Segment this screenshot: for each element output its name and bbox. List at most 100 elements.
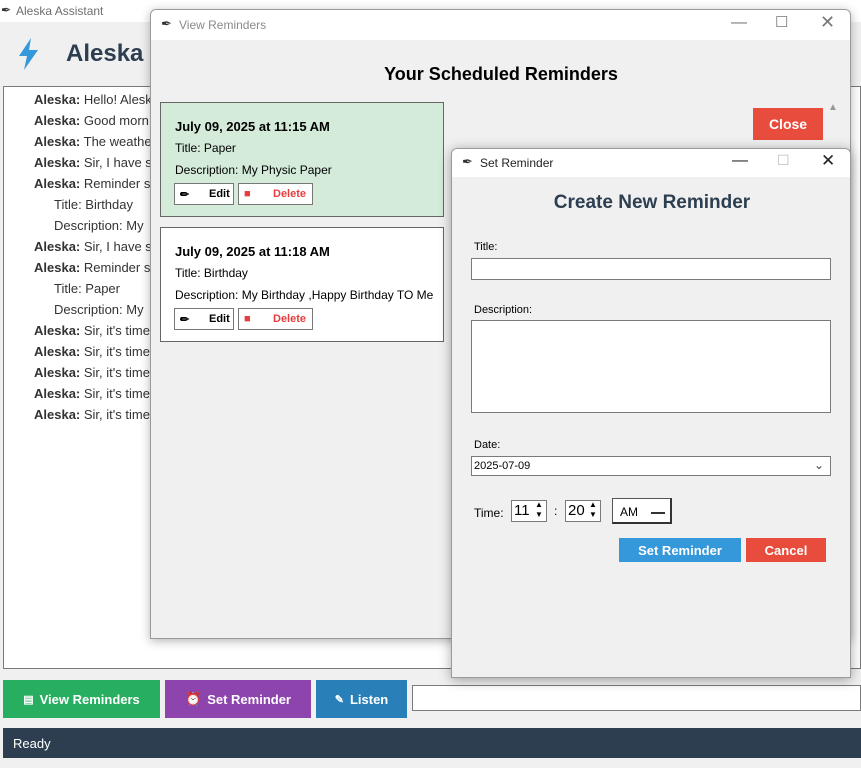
chat-text: Sir, it's time (83, 323, 150, 338)
set-reminder-button[interactable]: ⏰ Set Reminder (165, 680, 311, 718)
main-window-title: Aleska Assistant (16, 4, 104, 18)
cancel-button[interactable]: Cancel (746, 538, 826, 562)
reminder-date: July 09, 2025 at 11:15 AM (175, 119, 330, 134)
scroll-up-arrow-icon[interactable]: ▲ (828, 102, 838, 113)
chat-text: Sir, I have su (83, 239, 160, 254)
chat-speaker: Aleska: (34, 134, 81, 149)
chat-text: The weathe (83, 134, 152, 149)
delete-label: Delete (273, 313, 307, 325)
edit-button[interactable]: ✏ Edit (174, 183, 234, 205)
chat-message: Aleska: Hello! Alesk (34, 92, 152, 107)
chat-text: Sir, it's time (83, 344, 150, 359)
reminder-title: Title: Paper (175, 141, 236, 155)
pencil-icon: ✏ (180, 189, 190, 201)
lightning-bolt-icon (19, 38, 38, 70)
view-reminders-label: View Reminders (39, 691, 140, 707)
reminder-title: Title: Birthday (175, 266, 248, 280)
minute-spinbox[interactable]: 20 ▲ ▼ (565, 500, 601, 522)
minimize-icon[interactable]: — (732, 152, 748, 170)
chat-speaker: Aleska: (34, 155, 81, 170)
chat-text: Title: Birthday (54, 197, 133, 212)
trash-icon: ■ (244, 188, 251, 200)
title-label: Title: (474, 241, 498, 253)
reminder-date: July 09, 2025 at 11:18 AM (175, 244, 330, 259)
chat-message: Aleska: The weathe (34, 134, 152, 149)
command-input[interactable] (412, 685, 861, 711)
clipboard-icon: ▤ (23, 693, 34, 706)
chat-message: Aleska: Sir, it's time (34, 386, 150, 401)
close-icon[interactable]: ✕ (821, 151, 835, 171)
status-text: Ready (13, 736, 51, 751)
trash-icon: ■ (244, 313, 251, 325)
chat-text: Sir, it's time (83, 386, 150, 401)
close-button[interactable]: Close (753, 108, 823, 140)
chat-message: Aleska: Sir, it's time (34, 407, 150, 422)
reminders-heading: Your Scheduled Reminders (384, 64, 618, 84)
time-label: Time: (474, 506, 504, 520)
spin-down-icon[interactable]: ▼ (535, 510, 543, 519)
chat-message: Aleska: Sir, it's time (34, 323, 150, 338)
edit-button[interactable]: ✏ Edit (174, 308, 234, 330)
time-separator: : (554, 504, 558, 518)
maximize-icon[interactable]: ☐ (777, 152, 790, 169)
view-reminders-button[interactable]: ▤ View Reminders (3, 680, 160, 718)
chat-message: Aleska: Sir, it's time (34, 344, 150, 359)
spin-up-icon[interactable]: ▲ (535, 500, 543, 509)
chat-text: Title: Paper (54, 281, 120, 296)
chat-speaker: Aleska: (34, 92, 81, 107)
date-value: 2025-07-09 (474, 460, 531, 472)
title-input[interactable] (471, 258, 831, 280)
chat-text: Reminder se (83, 176, 158, 191)
chat-message: Title: Birthday (54, 197, 133, 212)
edit-label: Edit (209, 313, 230, 325)
chat-text: Hello! Alesk (83, 92, 152, 107)
reminder-card[interactable]: July 09, 2025 at 11:15 AM Title: Paper D… (160, 102, 444, 217)
hour-spinbox[interactable]: 11 ▲ ▼ (511, 500, 547, 522)
status-bar: Ready (3, 728, 861, 758)
reminder-card[interactable]: July 09, 2025 at 11:18 AM Title: Birthda… (160, 227, 444, 342)
chat-text: Sir, it's time (83, 365, 150, 380)
ampm-menu[interactable]: AM (612, 498, 672, 524)
maximize-icon[interactable]: ☐ (775, 13, 788, 31)
chat-speaker: Aleska: (34, 386, 81, 401)
chat-text: Good morn (83, 113, 149, 128)
feather-icon: ✒ (1, 3, 12, 17)
chat-speaker: Aleska: (34, 176, 81, 191)
chat-speaker: Aleska: (34, 113, 81, 128)
date-select[interactable]: 2025-07-09 ⌄ (471, 456, 831, 476)
chevron-down-icon: ⌄ (814, 458, 825, 472)
description-textarea[interactable] (471, 320, 831, 413)
chat-message: Title: Paper (54, 281, 120, 296)
option-menu-indicator-icon (651, 509, 665, 514)
feather-icon: ✒ (462, 154, 473, 169)
chat-message: Description: My (54, 302, 144, 317)
set-reminder-label: Set Reminder (207, 691, 291, 707)
chat-message: Aleska: Reminder se (34, 260, 158, 275)
set-reminder-submit-button[interactable]: Set Reminder (619, 538, 741, 562)
create-reminder-heading: Create New Reminder (553, 192, 751, 213)
close-icon[interactable]: ✕ (820, 12, 835, 33)
chat-message: Aleska: Good morn (34, 113, 149, 128)
listen-label: Listen (349, 691, 389, 707)
spin-down-icon[interactable]: ▼ (589, 510, 597, 519)
spin-up-icon[interactable]: ▲ (589, 500, 597, 509)
chat-text: Reminder se (83, 260, 158, 275)
minimize-icon[interactable]: — (731, 14, 747, 32)
set-reminder-window-title: Set Reminder (480, 156, 554, 170)
hour-value: 11 (514, 502, 530, 519)
chat-speaker: Aleska: (34, 260, 81, 275)
pencil-icon: ✏ (180, 314, 190, 326)
delete-button[interactable]: ■ Delete (238, 183, 313, 205)
reminder-description: Description: My Physic Paper (175, 163, 332, 177)
minute-value: 20 (568, 502, 585, 519)
delete-button[interactable]: ■ Delete (238, 308, 313, 330)
chat-message: Description: My (54, 218, 144, 233)
chat-message: Aleska: Reminder se (34, 176, 158, 191)
chat-text: Description: My (54, 218, 144, 233)
alarm-clock-icon: ⏰ (185, 691, 202, 706)
chat-message: Aleska: Sir, I have su (34, 155, 159, 170)
reminder-description: Description: My Birthday ,Happy Birthday… (175, 288, 434, 302)
set-reminder-titlebar[interactable]: ✒ Set Reminder — ☐ ✕ (452, 149, 850, 177)
listen-button[interactable]: ✎ Listen (316, 680, 407, 718)
view-reminders-titlebar[interactable]: ✒ View Reminders — ☐ ✕ (151, 10, 850, 40)
